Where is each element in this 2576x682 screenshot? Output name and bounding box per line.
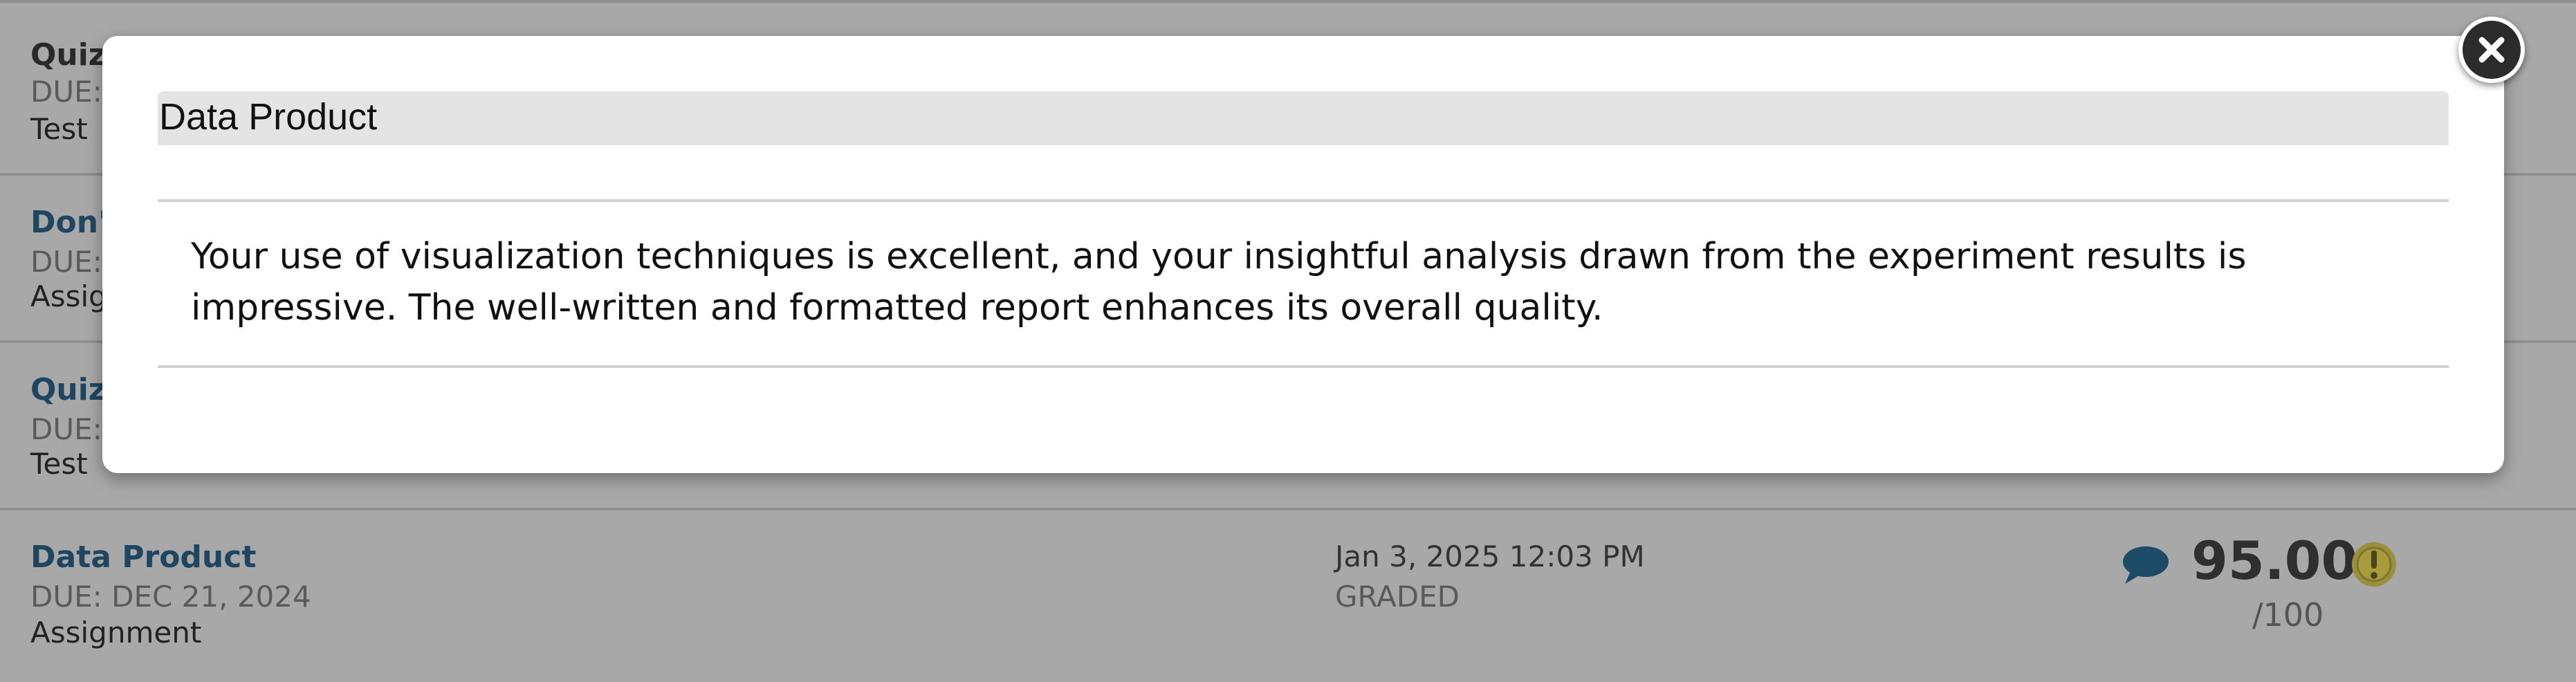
score-max: /100 (2252, 596, 2324, 634)
score-value: 95.00 (2191, 530, 2358, 591)
grade-item-title[interactable]: Quiz (30, 37, 106, 73)
comment-bubble-icon[interactable] (2121, 545, 2169, 585)
modal-title: Data Product (159, 96, 378, 138)
modal-header: Data Product (158, 91, 2449, 145)
grades-page: Quiz DUE: Test Don' DUE: Assig Quiz DUE:… (0, 0, 2576, 682)
exclamation-circle-icon[interactable] (2350, 541, 2398, 588)
grade-item-due: DUE: (30, 412, 102, 446)
grade-item-title[interactable]: Quiz (30, 372, 106, 407)
submission-date: Jan 3, 2025 12:03 PM (1335, 540, 1645, 573)
close-button[interactable] (2458, 17, 2525, 83)
grade-item-due: DUE: (30, 245, 102, 279)
grade-item-type: Assig (30, 279, 107, 313)
feedback-modal: Data Product Your use of visualization t… (102, 36, 2504, 473)
grade-item-due: DUE: (30, 75, 102, 109)
divider (158, 199, 2449, 202)
close-x-icon (2478, 37, 2505, 63)
feedback-text: Your use of visualization techniques is … (191, 236, 2247, 329)
grade-item-title[interactable]: Don' (30, 205, 108, 240)
grade-item-type: Assignment (30, 616, 202, 649)
grade-item-type: Test (30, 447, 88, 481)
grade-item-title[interactable]: Data Product (30, 540, 256, 575)
divider (158, 365, 2449, 368)
grade-status: GRADED (1335, 580, 1460, 614)
grade-row: Data Product DUE: DEC 21, 2024 Assignmen… (0, 508, 2576, 682)
grade-item-type: Test (30, 112, 88, 146)
grade-item-due: DUE: DEC 21, 2024 (30, 580, 311, 614)
